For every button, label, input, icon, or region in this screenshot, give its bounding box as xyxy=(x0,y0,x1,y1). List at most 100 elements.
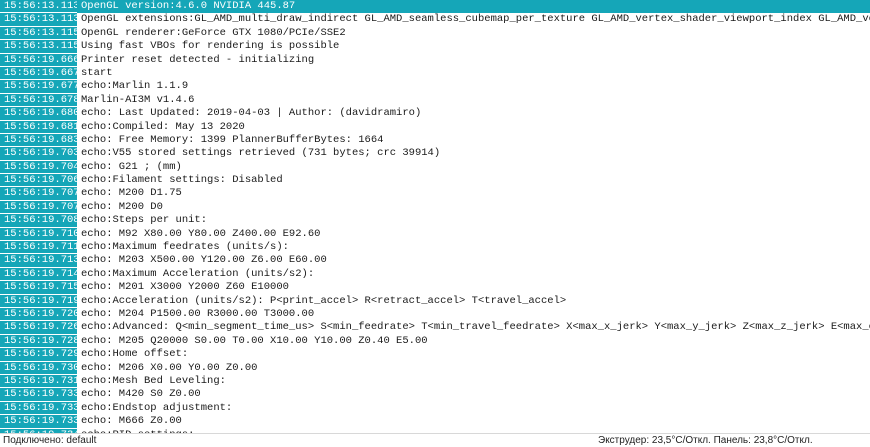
log-message: echo: M201 X3000 Y2000 Z60 E10000 xyxy=(81,281,289,294)
log-row[interactable]: 15:56:19.683echo: Free Memory: 1399 Plan… xyxy=(0,133,870,148)
log-message: Marlin-AI3M v1.4.6 xyxy=(81,93,195,106)
log-timestamp: 15:56:19.681 xyxy=(0,120,80,134)
log-message: OpenGL version:4.6.0 NVIDIA 445.87 xyxy=(77,0,870,14)
temperature-status: Экструдер: 23,5°C/Откл. Панель: 23,8°C/О… xyxy=(598,435,813,446)
log-row[interactable]: 15:56:13.115OpenGL renderer:GeForce GTX … xyxy=(0,26,870,41)
connection-status: Подключено: default xyxy=(3,435,97,446)
log-row[interactable]: 15:56:19.681echo:Compiled: May 13 2020 xyxy=(0,120,870,134)
log-message: echo: M204 P1500.00 R3000.00 T3000.00 xyxy=(81,307,315,320)
log-row[interactable]: 15:56:19.666Printer reset detected - ini… xyxy=(0,53,870,67)
log-row[interactable]: 15:56:19.710echo: M92 X80.00 Y80.00 Z400… xyxy=(0,227,870,242)
log-message: echo:Maximum feedrates (units/s): xyxy=(81,241,289,254)
log-message: start xyxy=(81,66,113,79)
log-message: echo:Mesh Bed Leveling: xyxy=(81,374,226,387)
log-timestamp: 15:56:19.703 xyxy=(0,147,80,161)
log-row[interactable]: 15:56:19.678Marlin-AI3M v1.4.6 xyxy=(0,93,870,108)
log-message: echo: M666 Z0.00 xyxy=(81,415,182,428)
log-row[interactable]: 15:56:19.726echo:Advanced: Q<min_segment… xyxy=(0,321,870,335)
log-message: echo: M205 Q20000 S0.00 T0.00 X10.00 Y10… xyxy=(81,334,428,347)
log-message: echo: Free Memory: 1399 PlannerBufferByt… xyxy=(81,133,384,146)
log-timestamp: 15:56:19.728 xyxy=(0,334,80,349)
log-row[interactable]: 15:56:19.703echo:V55 stored settings ret… xyxy=(0,147,870,161)
log-row[interactable]: 15:56:19.677echo:Marlin 1.1.9 xyxy=(0,80,870,94)
log-timestamp: 15:56:19.729 xyxy=(0,348,80,362)
log-row[interactable]: 15:56:13.115Using fast VBOs for renderin… xyxy=(0,40,870,54)
log-timestamp: 15:56:13.115 xyxy=(0,40,80,54)
log-message: Using fast VBOs for rendering is possibl… xyxy=(81,40,340,53)
log-timestamp: 15:56:19.730 xyxy=(0,361,80,375)
log-row[interactable]: 15:56:19.713echo: M203 X500.00 Y120.00 Z… xyxy=(0,254,870,268)
log-row[interactable]: 15:56:19.708echo:Steps per unit: xyxy=(0,214,870,228)
log-message: echo:Marlin 1.1.9 xyxy=(81,80,189,93)
log-row[interactable]: 15:56:13.113OpenGL extensions:GL_AMD_mul… xyxy=(0,13,870,27)
log-timestamp: 15:56:13.115 xyxy=(0,26,80,41)
log-row[interactable]: 15:56:19.720echo: M204 P1500.00 R3000.00… xyxy=(0,307,870,322)
log-timestamp: 15:56:19.708 xyxy=(0,214,80,228)
log-message: echo:Advanced: Q<min_segment_time_us> S<… xyxy=(81,321,870,334)
log-message: echo:Steps per unit: xyxy=(81,214,208,227)
log-timestamp: 15:56:19.683 xyxy=(0,133,80,148)
log-message: echo:Endstop adjustment: xyxy=(81,401,233,414)
log-row[interactable]: 15:56:19.733echo:Endstop adjustment: xyxy=(0,401,870,416)
log-row[interactable]: 15:56:19.733echo: M666 Z0.00 xyxy=(0,415,870,429)
log-timestamp: 15:56:19.726 xyxy=(0,321,80,335)
log-timestamp: 15:56:19.677 xyxy=(0,80,80,94)
log-message: echo:Acceleration (units/s2): P<print_ac… xyxy=(81,294,567,307)
log-timestamp: 15:56:19.731 xyxy=(0,374,80,389)
log-row[interactable]: 15:56:19.714echo:Maximum Acceleration (u… xyxy=(0,267,870,282)
log-message: echo: Last Updated: 2019-04-03 | Author:… xyxy=(81,107,422,120)
log-row[interactable]: 15:56:19.711echo:Maximum feedrates (unit… xyxy=(0,241,870,255)
log-message: echo: M420 S0 Z0.00 xyxy=(81,388,201,401)
log-row[interactable]: 15:56:19.728echo: M205 Q20000 S0.00 T0.0… xyxy=(0,334,870,349)
log-row[interactable]: 15:56:19.719echo:Acceleration (units/s2)… xyxy=(0,294,870,308)
log-message: echo: M203 X500.00 Y120.00 Z6.00 E60.00 xyxy=(81,254,327,267)
log-row[interactable]: 15:56:19.707echo: M200 D1.75 xyxy=(0,187,870,201)
log-timestamp: 15:56:19.667 xyxy=(0,66,80,81)
log-row[interactable]: 15:56:19.680echo: Last Updated: 2019-04-… xyxy=(0,107,870,121)
log-row[interactable]: 15:56:19.730echo: M206 X0.00 Y0.00 Z0.00 xyxy=(0,361,870,375)
log-timestamp: 15:56:19.666 xyxy=(0,53,80,67)
log-message: echo:V55 stored settings retrieved (731 … xyxy=(81,147,441,160)
log-timestamp: 15:56:19.706 xyxy=(0,174,80,188)
log-message: echo:Filament settings: Disabled xyxy=(81,174,283,187)
log-message: echo:Home offset: xyxy=(81,348,189,361)
log-row[interactable]: 15:56:19.731echo:Mesh Bed Leveling: xyxy=(0,374,870,389)
log-timestamp: 15:56:19.678 xyxy=(0,93,80,108)
log-timestamp: 15:56:19.680 xyxy=(0,107,80,121)
log-message: Printer reset detected - initializing xyxy=(81,53,315,66)
log-row[interactable]: 15:56:19.729echo:Home offset: xyxy=(0,348,870,362)
log-message: echo: M206 X0.00 Y0.00 Z0.00 xyxy=(81,361,258,374)
log-message: echo: G21 ; (mm) xyxy=(81,160,182,173)
log-timestamp: 15:56:19.707 xyxy=(0,200,80,215)
log-timestamp: 15:56:19.714 xyxy=(0,267,80,282)
log-message: OpenGL renderer:GeForce GTX 1080/PCIe/SS… xyxy=(81,26,346,39)
status-bar: Подключено: default Экструдер: 23,5°C/От… xyxy=(0,433,870,447)
log-timestamp: 15:56:19.719 xyxy=(0,294,80,308)
log-timestamp: 15:56:19.710 xyxy=(0,227,80,242)
log-timestamp: 15:56:19.707 xyxy=(0,187,80,201)
log-timestamp: 15:56:19.711 xyxy=(0,241,80,255)
log-timestamp: 15:56:19.733 xyxy=(0,415,80,429)
log-message: echo: M92 X80.00 Y80.00 Z400.00 E92.60 xyxy=(81,227,321,240)
log-timestamp: 15:56:19.720 xyxy=(0,307,80,322)
log-timestamp: 15:56:13.113 xyxy=(0,0,80,14)
log-row[interactable]: 15:56:13.113OpenGL version:4.6.0 NVIDIA … xyxy=(0,0,870,14)
log-row[interactable]: 15:56:19.704echo: G21 ; (mm) xyxy=(0,160,870,175)
log-message: echo: M200 D0 xyxy=(81,200,163,213)
log-list[interactable]: 15:56:13.113OpenGL version:4.6.0 NVIDIA … xyxy=(0,0,870,433)
log-message: echo:Compiled: May 13 2020 xyxy=(81,120,245,133)
log-row[interactable]: 15:56:19.706echo:Filament settings: Disa… xyxy=(0,174,870,188)
log-timestamp: 15:56:19.733 xyxy=(0,388,80,402)
log-row[interactable]: 15:56:19.733echo: M420 S0 Z0.00 xyxy=(0,388,870,402)
log-timestamp: 15:56:19.715 xyxy=(0,281,80,295)
log-message: echo:Maximum Acceleration (units/s2): xyxy=(81,267,315,280)
log-timestamp: 15:56:19.713 xyxy=(0,254,80,268)
log-message: echo: M200 D1.75 xyxy=(81,187,182,200)
log-row[interactable]: 15:56:19.667start xyxy=(0,66,870,81)
log-row[interactable]: 15:56:19.715echo: M201 X3000 Y2000 Z60 E… xyxy=(0,281,870,295)
log-timestamp: 15:56:13.113 xyxy=(0,13,80,27)
log-message: OpenGL extensions:GL_AMD_multi_draw_indi… xyxy=(81,13,870,26)
log-row[interactable]: 15:56:19.707echo: M200 D0 xyxy=(0,200,870,215)
log-timestamp: 15:56:19.704 xyxy=(0,160,80,175)
log-timestamp: 15:56:19.733 xyxy=(0,401,80,416)
